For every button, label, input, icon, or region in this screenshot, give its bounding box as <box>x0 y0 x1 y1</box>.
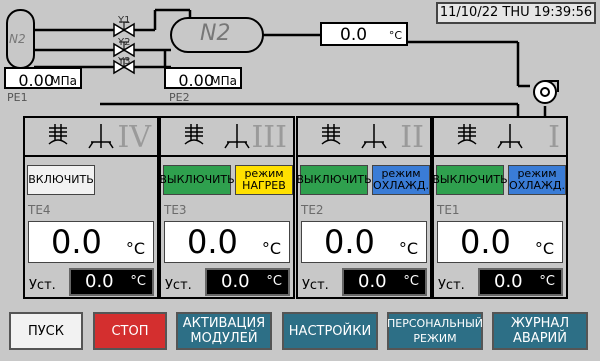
zone-temp-value: 0.0 <box>51 223 102 261</box>
personal-mode-button[interactable]: ПЕРСОНАЛЬНЫЙ РЕЖИМ <box>387 312 483 350</box>
zone-mode-button[interactable]: режим ОХЛАЖД. <box>508 165 566 195</box>
zone-setpoint-value: 0.0 <box>358 271 387 292</box>
zone-setpoint-input[interactable]: 0.0 °C <box>205 268 290 296</box>
zone-temp-readout: 0.0 °C <box>301 221 427 263</box>
start-button[interactable]: ПУСК <box>9 312 83 350</box>
settings-button[interactable]: НАСТРОЙКИ <box>282 312 378 350</box>
tank-right-label: N2 <box>200 21 231 46</box>
pe1-readout: 0.00 МПа <box>4 67 82 90</box>
pe2-readout: 0.00 МПа <box>164 67 242 90</box>
zone-header: III <box>161 118 293 157</box>
valve-y2-label: Y2 <box>118 37 131 48</box>
zone-off-button[interactable]: ВЫКЛЮЧИТЬ <box>159 165 235 195</box>
zone-roman-numeral: IV <box>117 120 151 155</box>
zone-sensor-label: TE1 <box>437 203 460 217</box>
zone-temp-unit: °C <box>398 239 418 258</box>
main-temp-value: 0.0 <box>340 25 368 45</box>
valve-y1-label: Y1 <box>118 15 131 26</box>
zone-header: IV <box>25 118 157 157</box>
zone-roman-numeral: II <box>400 120 424 155</box>
pe1-value: 0.00 <box>18 71 54 90</box>
zone-ii: II ВЫКЛЮЧИТЬ режим ОХЛАЖД. TE2 0.0 °C Уст. 0.0 °… <box>296 116 432 299</box>
zone-setpoint-input[interactable]: 0.0 °C <box>342 268 427 296</box>
zone-setpoint-input[interactable]: 0.0 °C <box>478 268 563 296</box>
pe1-unit: МПа <box>50 74 77 88</box>
zone-temp-value: 0.0 <box>324 223 375 261</box>
clock-display: 11/10/22 THU 19:39:56 <box>436 2 596 24</box>
zone-temp-unit: °C <box>534 239 554 258</box>
zone-iii: III ВЫКЛЮЧИТЬ режим НАГРЕВ TE3 0.0 °C Уст. 0.0 °… <box>159 116 295 299</box>
zone-iv: IV ВКЛЮЧИТЬ TE4 0.0 °C Уст. 0.0 °C <box>23 116 159 299</box>
zone-mode-button[interactable]: режим НАГРЕВ <box>235 165 293 195</box>
zone-temp-value: 0.0 <box>187 223 238 261</box>
zone-sensor-label: TE3 <box>164 203 187 217</box>
zone-setpoint-unit: °C <box>266 274 282 289</box>
zone-setpoint-value: 0.0 <box>494 271 523 292</box>
zone-setpoint-unit: °C <box>539 274 555 289</box>
zone-temp-value: 0.0 <box>460 223 511 261</box>
tank-left-label: N2 <box>9 32 26 46</box>
zone-setpoint-label: Уст. <box>165 278 192 293</box>
fan-icon <box>533 80 559 104</box>
zone-setpoint-value: 0.0 <box>221 271 250 292</box>
zone-sensor-label: TE2 <box>301 203 324 217</box>
zone-setpoint-unit: °C <box>130 274 146 289</box>
zone-temp-readout: 0.0 °C <box>28 221 154 263</box>
zone-header: I <box>434 118 566 157</box>
zone-setpoint-value: 0.0 <box>85 271 114 292</box>
zone-temp-unit: °C <box>125 239 145 258</box>
alarm-log-button[interactable]: ЖУРНАЛ АВАРИЙ <box>492 312 588 350</box>
zone-header: II <box>298 118 430 157</box>
zone-roman-numeral: I <box>548 120 560 155</box>
zone-temp-readout: 0.0 °C <box>164 221 290 263</box>
zone-setpoint-label: Уст. <box>29 278 56 293</box>
zone-mode-button[interactable]: режим ОХЛАЖД. <box>372 165 430 195</box>
zone-setpoint-input[interactable]: 0.0 °C <box>69 268 154 296</box>
zone-on-button[interactable]: ВКЛЮЧИТЬ <box>27 165 95 195</box>
zone-temp-readout: 0.0 °C <box>437 221 563 263</box>
zone-temp-unit: °C <box>261 239 281 258</box>
zone-i: I ВЫКЛЮЧИТЬ режим ОХЛАЖД. TE1 0.0 °C Уст. 0.0 °C <box>432 116 568 299</box>
zone-setpoint-label: Уст. <box>438 278 465 293</box>
zone-off-button[interactable]: ВЫКЛЮЧИТЬ <box>432 165 508 195</box>
zone-setpoint-label: Уст. <box>302 278 329 293</box>
zone-roman-numeral: III <box>251 120 287 155</box>
main-temp-readout: 0.0 °C <box>320 22 408 46</box>
zone-sensor-label: TE4 <box>28 203 51 217</box>
pe2-unit: МПа <box>210 74 237 88</box>
heater-cooler-icon <box>184 124 250 149</box>
pe2-label: PE2 <box>169 91 190 104</box>
valve-y3-label: Y3 <box>118 56 131 67</box>
heater-cooler-icon <box>457 124 523 149</box>
zone-setpoint-unit: °C <box>403 274 419 289</box>
stop-button[interactable]: СТОП <box>93 312 167 350</box>
activate-modules-button[interactable]: АКТИВАЦИЯ МОДУЛЕЙ <box>176 312 272 350</box>
zone-off-button[interactable]: ВЫКЛЮЧИТЬ <box>296 165 372 195</box>
main-temp-unit: °C <box>388 29 402 42</box>
pe1-label: PE1 <box>7 91 28 104</box>
pe2-value: 0.00 <box>178 71 214 90</box>
heater-cooler-icon <box>48 124 114 149</box>
heater-cooler-icon <box>321 124 387 149</box>
